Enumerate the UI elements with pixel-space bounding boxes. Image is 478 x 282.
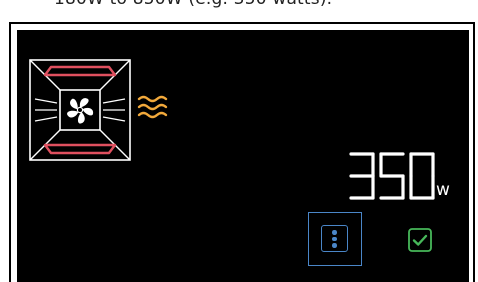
confirm-button[interactable] [408,228,432,252]
menu-dot [332,236,337,241]
microwave-waves-icon [137,95,168,119]
power-digit [379,152,405,200]
checkmark-icon [408,228,432,252]
menu-dot [332,230,337,235]
vertical-dots-menu-icon [321,225,348,252]
power-value-display [349,152,435,200]
power-digit [349,152,375,200]
caption-text: 180W to 850W (e.g. 350 watts). [54,0,332,9]
power-unit: W [436,180,450,200]
power-digit [409,152,435,200]
menu-button[interactable] [308,212,362,266]
oven-fan-heat-icon [29,59,131,161]
caption-strip: 180W to 850W (e.g. 350 watts). [0,0,478,16]
menu-dot [332,243,337,248]
microwave-indicator [137,95,171,125]
power-readout [348,151,436,205]
oven-mode-icon [29,59,131,165]
